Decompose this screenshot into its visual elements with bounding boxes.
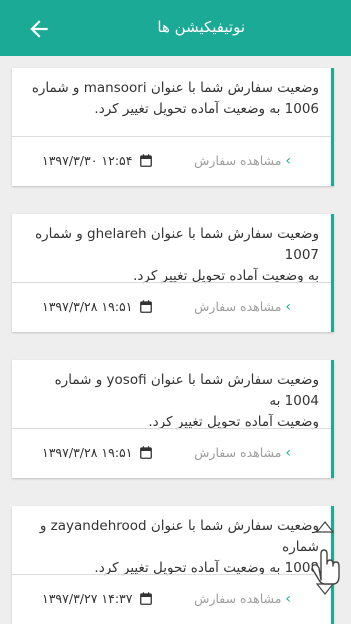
notification-card: وضعیت سفارش شما با عنوان ghelareh و شمار… [12, 214, 334, 332]
notification-message: وضعیت سفارش شما با عنوان zayandehrood و … [12, 506, 331, 576]
notification-message-line: وضعیت سفارش شما با عنوان mansoori و شمار… [31, 80, 319, 96]
view-order-link[interactable]: ›مشاهده سفارش [194, 298, 291, 316]
date-text: ۱۳۹۷/۳/۳۰ ۱۲:۵۴ [42, 153, 133, 168]
date-text: ۱۳۹۷/۳/۲۷ ۱۴:۳۷ [42, 591, 133, 606]
notification-meta: ›مشاهده سفارش ۱۳۹۷/۳/۲۷ ۱۴:۳۷ [12, 575, 331, 623]
notification-date: ۱۳۹۷/۳/۳۰ ۱۲:۵۴ [42, 152, 153, 170]
chevron-right-icon: › [285, 445, 291, 461]
notification-date: ۱۳۹۷/۳/۲۸ ۱۹:۵۱ [42, 298, 153, 316]
notification-meta: ›مشاهده سفارش ۱۳۹۷/۳/۲۸ ۱۹:۵۱ [12, 429, 331, 477]
calendar-icon [140, 154, 153, 167]
notification-meta: ›مشاهده سفارش ۱۳۹۷/۳/۲۸ ۱۹:۵۱ [12, 283, 331, 331]
date-text: ۱۳۹۷/۳/۲۸ ۱۹:۵۱ [42, 299, 133, 314]
view-order-label: مشاهده سفارش [194, 591, 282, 606]
notification-message-line: 1006 به وضعیت آماده تحویل تغییر کرد. [94, 101, 319, 117]
notification-card: وضعیت سفارش شما با عنوان zayandehrood و … [12, 506, 334, 624]
view-order-label: مشاهده سفارش [194, 153, 282, 168]
notification-date: ۱۳۹۷/۳/۲۷ ۱۴:۳۷ [42, 590, 153, 608]
date-text: ۱۳۹۷/۳/۲۸ ۱۹:۵۱ [42, 445, 133, 460]
notification-message-line: وضعیت سفارش شما با عنوان yosofi و شماره … [54, 372, 319, 409]
calendar-icon [140, 446, 153, 459]
app-bar: نوتیفیکیشن ها [0, 0, 351, 56]
notification-meta: ›مشاهده سفارش ۱۳۹۷/۳/۳۰ ۱۲:۵۴ [12, 137, 331, 185]
calendar-icon [140, 300, 153, 313]
notification-card: وضعیت سفارش شما با عنوان yosofi و شماره … [12, 360, 334, 478]
back-button[interactable] [26, 16, 52, 42]
view-order-label: مشاهده سفارش [194, 299, 282, 314]
notification-date: ۱۳۹۷/۳/۲۸ ۱۹:۵۱ [42, 444, 153, 462]
chevron-right-icon: › [285, 153, 291, 169]
calendar-icon [140, 592, 153, 605]
view-order-label: مشاهده سفارش [194, 445, 282, 460]
notification-card: وضعیت سفارش شما با عنوان mansoori و شمار… [12, 68, 334, 186]
chevron-right-icon: › [285, 299, 291, 315]
chevron-right-icon: › [285, 591, 291, 607]
notification-message-line: وضعیت سفارش شما با عنوان zayandehrood و … [39, 518, 319, 555]
notification-message-line: وضعیت سفارش شما با عنوان ghelareh و شمار… [35, 226, 319, 263]
view-order-link[interactable]: ›مشاهده سفارش [194, 444, 291, 462]
page-title: نوتیفیکیشن ها [157, 18, 245, 36]
notification-message: وضعیت سفارش شما با عنوان yosofi و شماره … [12, 360, 331, 430]
arrow-left-icon [30, 20, 48, 38]
view-order-link[interactable]: ›مشاهده سفارش [194, 590, 291, 608]
view-order-link[interactable]: ›مشاهده سفارش [194, 152, 291, 170]
notification-message: وضعیت سفارش شما با عنوان ghelareh و شمار… [12, 214, 331, 284]
scroll-hand-icon [311, 521, 340, 595]
notification-message: وضعیت سفارش شما با عنوان mansoori و شمار… [12, 68, 331, 132]
